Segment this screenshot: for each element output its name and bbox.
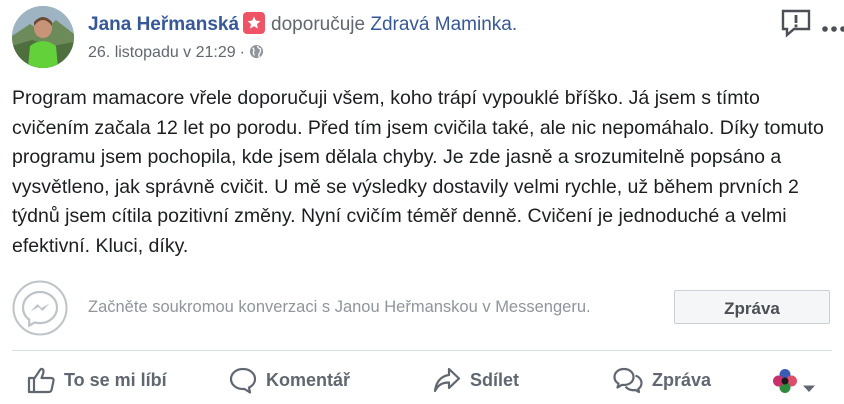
- like-button[interactable]: To se mi líbí: [26, 366, 167, 396]
- messenger-prompt-row: Začněte soukromou konverzaci s Janou Heř…: [12, 280, 832, 336]
- more-icon[interactable]: [822, 20, 844, 38]
- action-bar: To se mi líbí Komentář Sdílet Zpráva: [0, 358, 844, 404]
- post-meta: 26. listopadu v 21:29 ·: [88, 44, 264, 64]
- share-label: Sdílet: [470, 369, 520, 390]
- star-badge-icon: [243, 12, 266, 34]
- like-label: To se mi líbí: [64, 369, 167, 390]
- comment-icon: [228, 367, 258, 394]
- post-header: Jana Heřmanská doporučuje Zdravá Maminka.…: [12, 6, 844, 70]
- report-icon[interactable]: [780, 8, 812, 43]
- messenger-prompt-text: Začněte soukromou konverzaci s Janou Heř…: [88, 298, 591, 316]
- post-text: Program mamacore vřele doporučuji všem, …: [12, 84, 832, 261]
- post-timestamp[interactable]: 26. listopadu v 21:29: [88, 44, 236, 61]
- reaction-selector[interactable]: [772, 368, 816, 399]
- page-link[interactable]: Zdravá Maminka.: [370, 14, 517, 35]
- messenger-icon: [12, 280, 68, 336]
- divider: [12, 350, 832, 351]
- chat-bubbles-icon: [612, 367, 644, 394]
- avatar[interactable]: [12, 6, 74, 68]
- send-message-button[interactable]: Zpráva: [674, 290, 830, 324]
- post-author-line: Jana Heřmanská doporučuje Zdravá Maminka.: [88, 12, 517, 37]
- globe-icon[interactable]: [249, 44, 264, 64]
- thumbs-up-icon: [26, 367, 56, 394]
- share-button[interactable]: Sdílet: [432, 366, 519, 396]
- reaction-flower-icon: [772, 369, 798, 398]
- chevron-down-icon: [802, 381, 816, 398]
- recommends-verb: doporučuje: [271, 14, 366, 35]
- message-label: Zpráva: [652, 369, 712, 390]
- author-name[interactable]: Jana Heřmanská: [88, 14, 239, 35]
- comment-label: Komentář: [266, 369, 351, 390]
- share-icon: [432, 367, 462, 393]
- meta-separator: ·: [239, 44, 245, 61]
- comment-button[interactable]: Komentář: [228, 366, 350, 396]
- message-button[interactable]: Zpráva: [612, 366, 711, 396]
- post-body: Program mamacore vřele doporučuji všem, …: [12, 87, 824, 257]
